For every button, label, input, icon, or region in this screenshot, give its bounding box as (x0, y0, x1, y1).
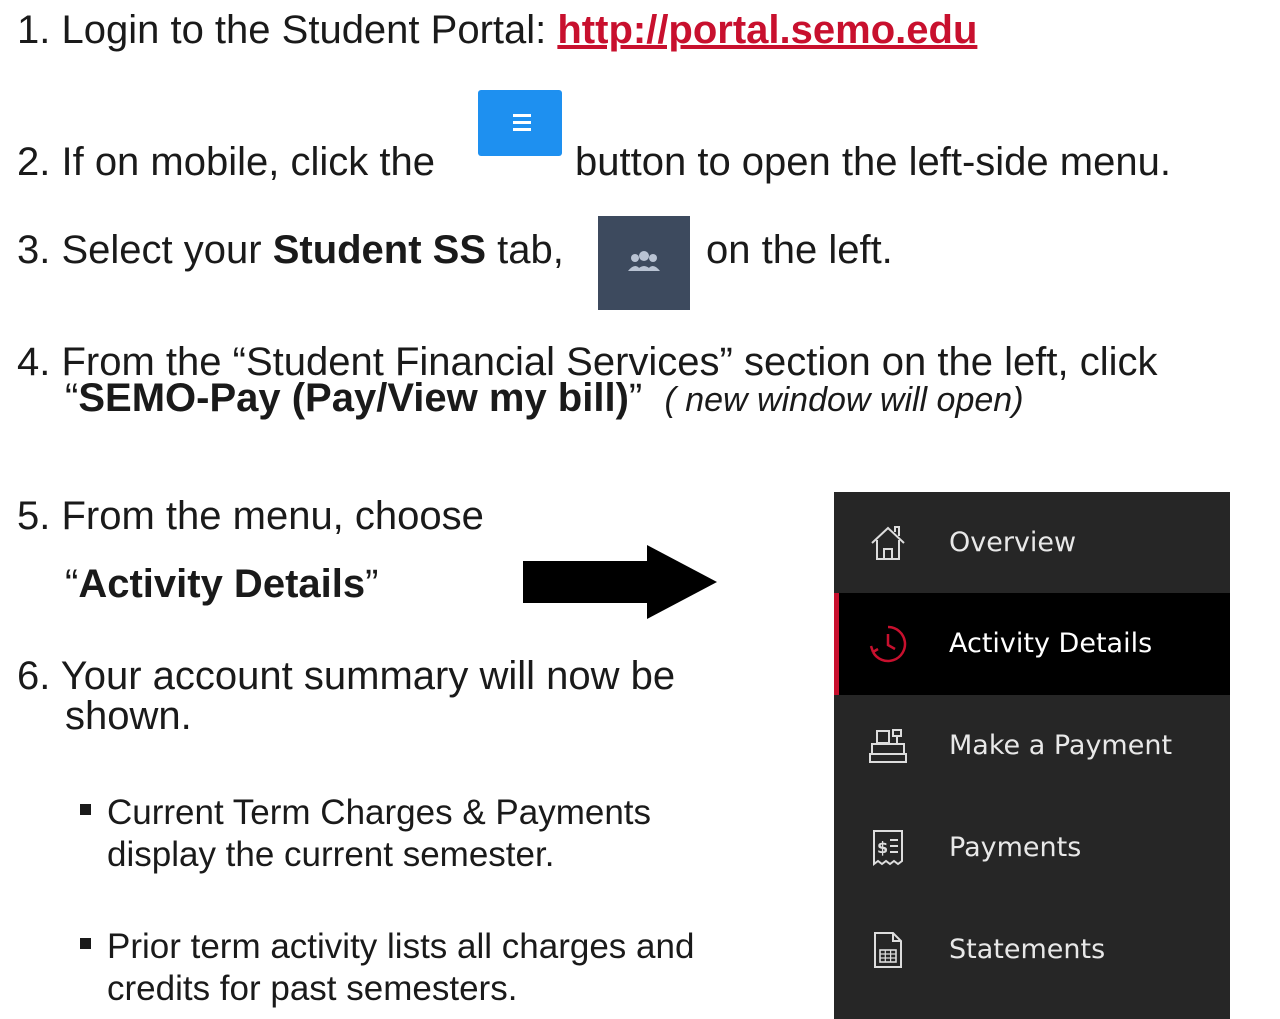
sidebar-item-label: Payments (949, 832, 1082, 863)
quote-close: ” (365, 562, 379, 606)
receipt-icon: $ (873, 830, 903, 866)
step-4-line2: “SEMO-Pay (Pay/View my bill)” ( new wind… (65, 374, 1024, 424)
sidebar-item-payments[interactable]: $ Payments (834, 797, 1230, 899)
home-icon (871, 526, 905, 560)
step-3-mid: tab, (486, 228, 564, 272)
semo-pay-label: SEMO-Pay (Pay/View my bill) (78, 376, 629, 420)
bullet-1-line1: Current Term Charges & Payments (107, 793, 652, 832)
sidebar-item-label: Activity Details (949, 628, 1153, 659)
step-2-after: button to open the left-side menu. (575, 140, 1171, 184)
step-1: 1. Login to the Student Portal: http://p… (17, 6, 977, 54)
step-1-text: 1. Login to the Student Portal: (17, 8, 558, 52)
sidebar-item-make-a-payment[interactable]: Make a Payment (834, 695, 1230, 797)
sidebar-item-label: Statements (949, 934, 1106, 965)
clock-icon (869, 625, 907, 663)
bullet-icon (80, 804, 91, 815)
sidebar-item-label: Make a Payment (949, 730, 1173, 761)
step-3-after: on the left. (706, 228, 893, 272)
step-3: 3. Select your Student SS tab, (17, 226, 564, 274)
student-ss-tab[interactable] (598, 216, 690, 310)
step-5-line1: 5. From the menu, choose (17, 494, 484, 538)
semo-pay-sidebar: Overview Activity Details Make a Payment… (834, 492, 1230, 1019)
student-ss-label: Student SS (272, 228, 487, 272)
sidebar-item-overview[interactable]: Overview (834, 492, 1230, 594)
sidebar-item-activity-details[interactable]: Activity Details (834, 593, 1230, 695)
right-arrow-icon (523, 561, 649, 603)
quote-open: “ (65, 376, 79, 420)
bullet-2-line1: Prior term activity lists all charges an… (107, 927, 695, 966)
sidebar-item-label: Overview (949, 527, 1077, 558)
quote-close: ” (628, 376, 643, 420)
quote-open: “ (65, 562, 79, 606)
bullet-1-line2: display the current semester. (107, 835, 555, 874)
statement-icon (874, 932, 902, 968)
cash-register-icon (869, 729, 907, 763)
hamburger-icon (513, 114, 531, 135)
right-arrow-head (647, 545, 717, 619)
step-2-before: 2. If on mobile, click the (17, 140, 435, 184)
hamburger-menu-button[interactable] (478, 90, 562, 156)
users-icon (628, 251, 660, 271)
activity-details-label: Activity Details (78, 562, 366, 606)
svg-text:$: $ (877, 838, 888, 857)
bullet-2-line2: credits for past semesters. (107, 969, 518, 1008)
step-3-text: 3. Select your (17, 228, 273, 272)
portal-link[interactable]: http://portal.semo.edu (557, 8, 977, 52)
bullet-icon (80, 938, 91, 949)
sidebar-item-statements[interactable]: Statements (834, 899, 1230, 1001)
new-window-note: ( new window will open) (664, 381, 1024, 419)
step-6-line2: shown. (65, 694, 192, 738)
step-5-line2: “Activity Details” (65, 560, 378, 608)
